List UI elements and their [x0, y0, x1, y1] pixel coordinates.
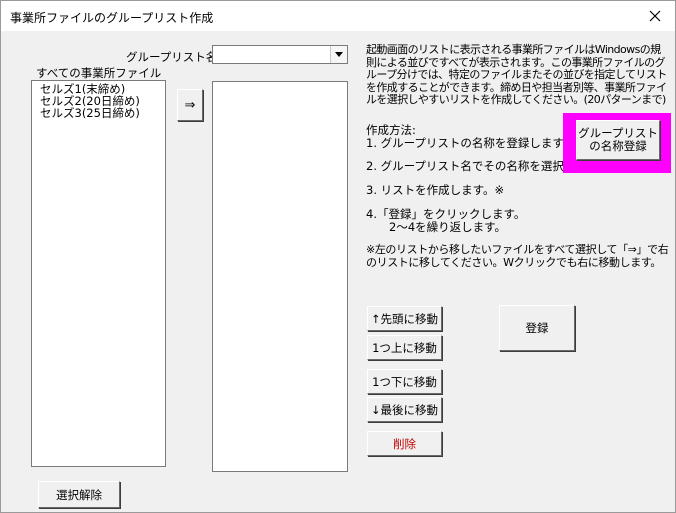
- method-step-3: 3. リストを作成します。※: [366, 183, 505, 197]
- clear-selection-button[interactable]: 選択解除: [38, 481, 120, 508]
- window-title: 事業所ファイルのグループリスト作成: [10, 11, 214, 25]
- method-step-2: 2. グループリスト名でその名称を選択: [366, 159, 564, 173]
- group-files-listbox[interactable]: [212, 81, 348, 472]
- delete-button[interactable]: 削除: [367, 431, 442, 456]
- description-text: 起動画面のリストに表示される事業所ファイルはWindowsの規則による並びですべ…: [366, 43, 667, 106]
- chevron-down-icon[interactable]: [330, 46, 347, 63]
- register-button[interactable]: 登録: [499, 305, 575, 351]
- close-button[interactable]: [635, 1, 675, 31]
- move-top-button[interactable]: ↑先頭に移動: [367, 306, 442, 331]
- dialog-window: 事業所ファイルのグループリスト作成 グループリスト名 すべての事業所ファイル セ…: [0, 0, 676, 513]
- list-item[interactable]: セルズ3(25日締め): [32, 107, 165, 119]
- move-bottom-button[interactable]: ↓最後に移動: [367, 397, 442, 422]
- method-note-2: のリストに移してください。Wクリックでも右に移動します。: [366, 256, 661, 269]
- register-group-name-line2: の名称登録: [589, 139, 647, 153]
- method-step-4-repeat: 2〜4を繰り返します。: [389, 220, 506, 234]
- close-icon: [649, 10, 661, 22]
- register-group-name-button[interactable]: グループリスト の名称登録: [576, 120, 660, 160]
- method-step-1: 1. グループリストの名称を登録します。: [366, 136, 575, 150]
- title-bar: 事業所ファイルのグループリスト作成: [1, 1, 675, 31]
- group-list-name-label: グループリスト名: [126, 50, 218, 64]
- all-files-label: すべての事業所ファイル: [36, 66, 162, 80]
- move-up-button[interactable]: 1つ上に移動: [367, 335, 442, 360]
- group-list-name-dropdown[interactable]: [212, 45, 348, 64]
- all-files-listbox[interactable]: セルズ1(末締め) セルズ2(20日締め) セルズ3(25日締め): [31, 80, 166, 467]
- move-down-button[interactable]: 1つ下に移動: [367, 369, 442, 394]
- move-right-button[interactable]: ⇒: [177, 89, 203, 121]
